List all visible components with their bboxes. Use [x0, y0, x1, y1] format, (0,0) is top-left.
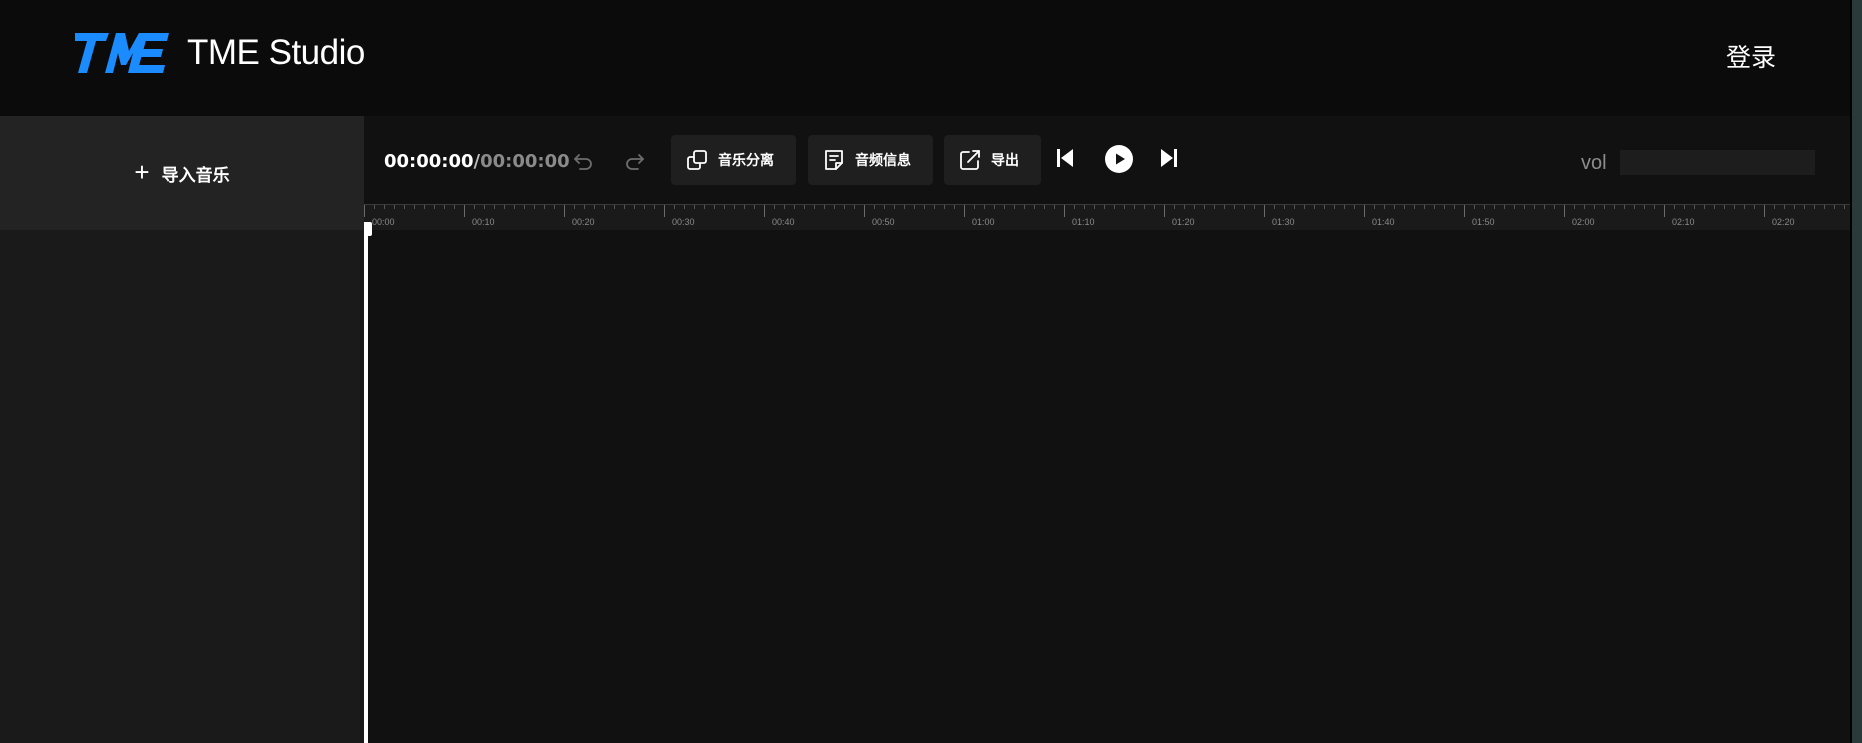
tme-logo-icon [75, 33, 169, 73]
document-icon [825, 150, 843, 170]
ruler-tick-label: 01:20 [1172, 217, 1195, 227]
ruler-tick-label: 01:30 [1272, 217, 1295, 227]
top-header: TME Studio 登录 [0, 0, 1850, 116]
playhead-handle[interactable] [364, 222, 372, 236]
ruler-tick-label: 02:10 [1672, 217, 1695, 227]
next-button[interactable] [1157, 145, 1181, 171]
ruler-tick-label: 00:30 [672, 217, 695, 227]
export-label: 导出 [991, 153, 1019, 169]
ruler-tick-label: 00:40 [772, 217, 795, 227]
time-display: 00:00:00/00:00:00 [384, 151, 570, 172]
export-button[interactable]: 导出 [944, 135, 1041, 185]
redo-button[interactable] [619, 146, 651, 178]
ruler-tick-label: 02:00 [1572, 217, 1595, 227]
undo-icon [574, 154, 592, 170]
audio-info-button[interactable]: 音频信息 [808, 135, 933, 185]
volume-label: vol [1581, 152, 1607, 174]
editor-toolbar: 00:00:00/00:00:00 音乐分离 音频信息 导出 vol [364, 116, 1850, 204]
ruler-tick-label: 01:10 [1072, 217, 1095, 227]
total-time: 00:00:00 [480, 151, 570, 172]
track-list-panel: + 导入音乐 [0, 116, 364, 743]
ruler-tick-label: 01:50 [1472, 217, 1495, 227]
import-music-button[interactable]: + 导入音乐 [0, 116, 364, 230]
app-root: TME Studio 登录 + 导入音乐 00:00:00/00:00:00 音… [0, 0, 1862, 743]
skip-previous-icon [1057, 149, 1073, 167]
logo[interactable]: TME Studio [75, 33, 365, 73]
playhead[interactable] [364, 222, 368, 743]
ruler-tick-label: 02:20 [1772, 217, 1795, 227]
current-time: 00:00:00 [384, 151, 474, 172]
window-border [1850, 0, 1852, 743]
ruler-tick-label: 01:40 [1372, 217, 1395, 227]
play-icon [1105, 145, 1133, 173]
copy-layers-icon [687, 150, 707, 170]
login-link[interactable]: 登录 [1726, 38, 1776, 74]
track-area[interactable] [364, 230, 1850, 743]
ruler-ticks: 00:00 00:10 00:20 00:30 00:40 00:50 01:00 01:10… [364, 205, 1845, 227]
timeline-ruler[interactable]: 00:00 00:10 00:20 00:30 00:40 00:50 01:00 01:10… [364, 204, 1850, 230]
plus-icon: + [134, 156, 150, 187]
play-button[interactable] [1103, 143, 1135, 175]
ruler-tick-label: 01:00 [972, 217, 995, 227]
share-export-icon [960, 150, 980, 170]
audio-info-label: 音频信息 [855, 153, 911, 169]
music-separation-button[interactable]: 音乐分离 [671, 135, 796, 185]
import-music-label: 导入音乐 [161, 165, 230, 186]
volume-slider[interactable] [1620, 150, 1815, 175]
ruler-tick-label: 00:50 [872, 217, 895, 227]
previous-button[interactable] [1053, 145, 1077, 171]
ruler-tick-label: 00:20 [572, 217, 595, 227]
app-name: TME Studio [187, 33, 365, 72]
redo-icon [626, 154, 644, 170]
ruler-tick-label: 00:10 [472, 217, 495, 227]
music-separation-label: 音乐分离 [718, 153, 774, 169]
ruler-tick-label: 00:00 [372, 217, 395, 227]
undo-button[interactable] [567, 146, 599, 178]
skip-next-icon [1161, 149, 1177, 167]
